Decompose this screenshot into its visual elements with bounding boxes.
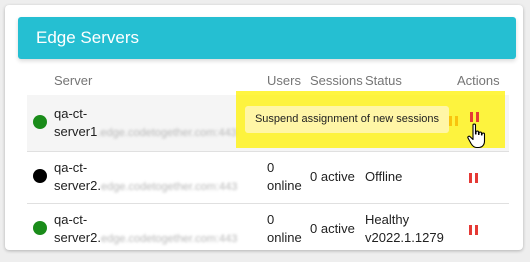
sessions-count: 0 active — [310, 169, 355, 184]
server-domain: .edge.codetogether.com:443 — [97, 127, 237, 139]
column-header-status: Status — [365, 73, 402, 88]
column-header-server: Server — [54, 73, 93, 88]
status-indicator — [33, 115, 47, 129]
users-count: 0 — [267, 160, 275, 175]
hand-cursor-icon — [467, 123, 486, 149]
server-domain: edge.codetogether.com:443 — [100, 181, 238, 193]
card-header: Edge Servers — [18, 17, 516, 59]
column-header-sessions: Sessions — [310, 73, 363, 88]
status-indicator — [33, 169, 47, 183]
pause-icon[interactable] — [469, 173, 478, 183]
status-text: Offline — [365, 169, 403, 184]
server-name: qa-ct- — [54, 160, 88, 175]
server-name: qa-ct- — [54, 212, 88, 227]
server-name-line2: server1 — [54, 124, 98, 139]
card-title: Edge Servers — [36, 28, 139, 47]
sessions-count: 0 active — [310, 221, 355, 236]
pause-icon[interactable] — [469, 225, 478, 235]
users-count: 0 — [267, 212, 275, 227]
server-domain: edge.codetogether.com:443 — [100, 233, 238, 245]
column-header-actions: Actions — [457, 73, 500, 88]
version-text: v2022.1.1279 — [365, 230, 444, 245]
users-label: online — [267, 230, 302, 245]
table-row: qa-ct- server2.edge.codetogether.com:443… — [27, 203, 509, 256]
tooltip: Suspend assignment of new sessions — [245, 106, 449, 133]
table-row: qa-ct- server2.edge.codetogether.com:443… — [27, 151, 509, 204]
server-name-line2: server2. — [54, 178, 101, 193]
server-name: qa-ct- — [54, 106, 88, 121]
column-header-users: Users — [267, 73, 301, 88]
status-indicator — [33, 221, 47, 235]
status-text: Healthy — [365, 212, 410, 227]
server-name-line2: server2. — [54, 230, 101, 245]
pause-icon[interactable] — [470, 112, 479, 122]
edge-servers-card: Edge Servers Server Users Sessions Statu… — [5, 5, 523, 250]
users-label: online — [267, 178, 302, 193]
